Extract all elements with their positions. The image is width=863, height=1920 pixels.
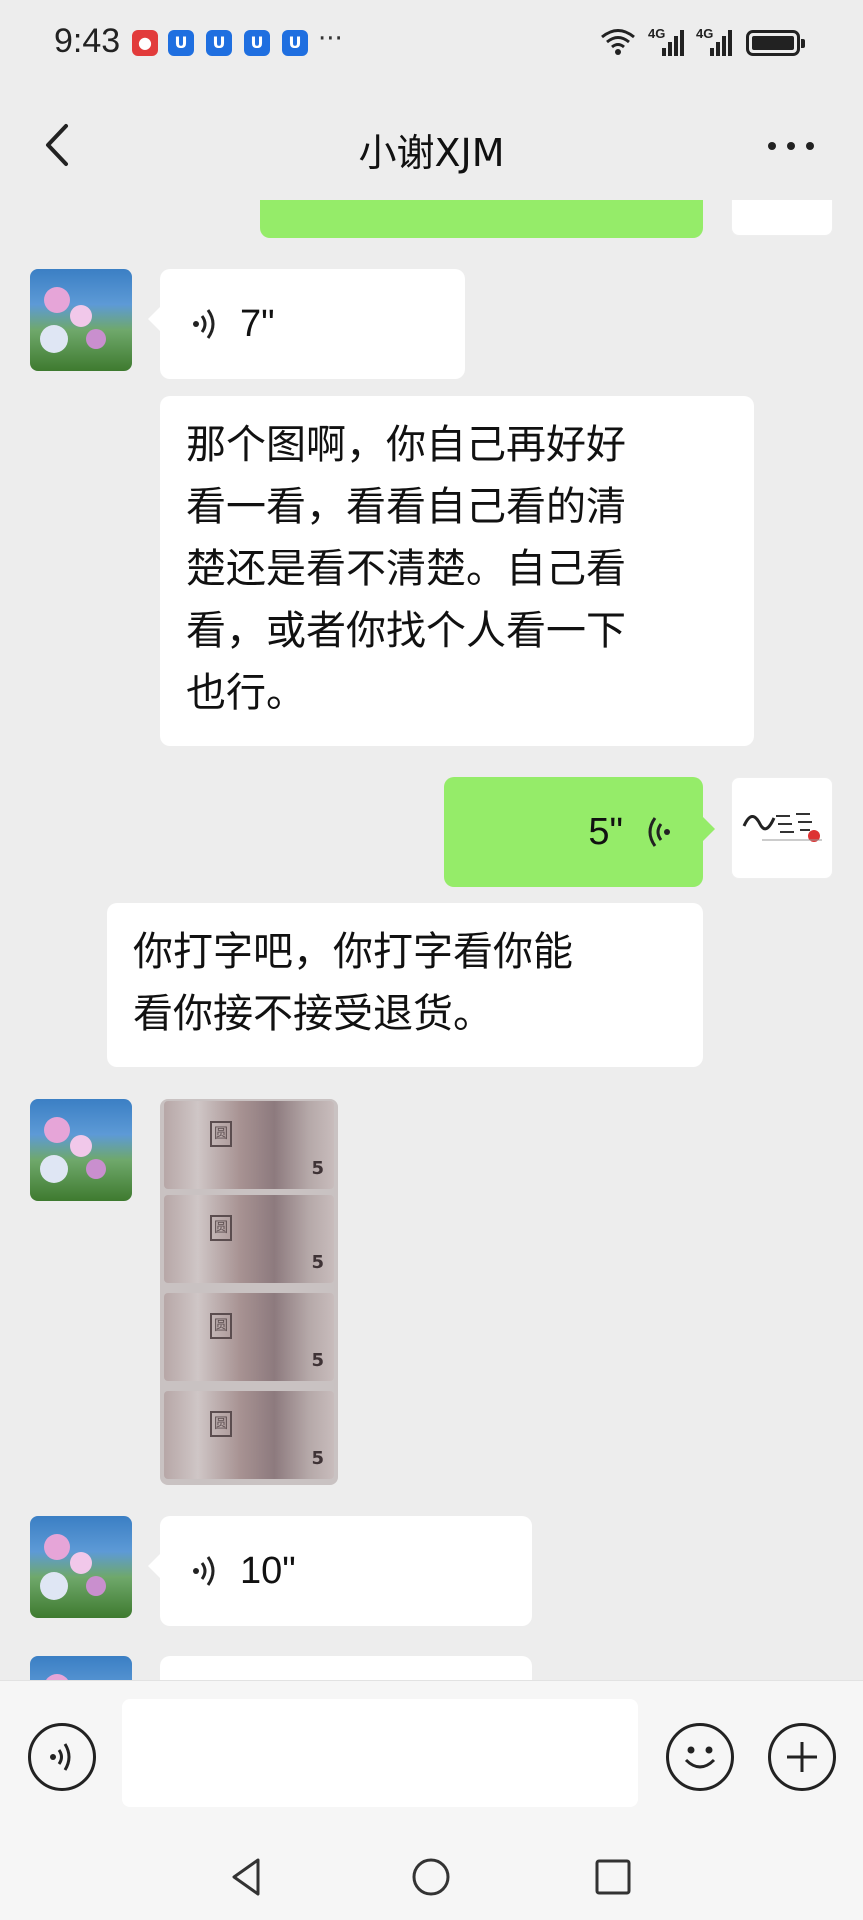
message-line: 看，或者你找个人看一下	[186, 608, 626, 654]
voice-wave-icon	[648, 817, 670, 847]
nav-recents-icon[interactable]	[588, 1852, 638, 1902]
emoji-button[interactable]	[666, 1723, 734, 1791]
contact-avatar[interactable]	[30, 1656, 132, 1680]
chat-header: 小谢XJM	[0, 90, 863, 200]
system-nav-bar	[0, 1836, 863, 1920]
app-notification-icon: U	[282, 30, 308, 56]
status-bar: 9:43 ● U U U U ··· 4G 4G	[0, 0, 863, 90]
app-notification-icon: U	[244, 30, 270, 56]
voice-icon	[50, 1743, 71, 1771]
wifi-icon	[601, 29, 635, 55]
voice-duration: 5"	[588, 811, 623, 853]
message-line: 也行。	[186, 670, 306, 716]
my-avatar[interactable]	[731, 777, 833, 879]
chat-messages[interactable]: 7" 那个图啊，你自己再好好 看一看，看看自己看的清 楚还是看不清楚。自己看 看…	[0, 200, 863, 1680]
text-message[interactable]: 你打字吧，你打字看你能 看你接不接受退货。	[107, 903, 703, 1067]
banknote: 圆5	[164, 1293, 334, 1381]
app-notification-icon: ●	[132, 30, 158, 56]
status-more-icon: ···	[318, 24, 343, 54]
battery-icon	[746, 30, 805, 56]
more-options-icon[interactable]	[766, 140, 816, 152]
nav-home-icon[interactable]	[406, 1852, 456, 1902]
smiley-icon	[684, 1746, 716, 1769]
plus-icon	[787, 1742, 817, 1772]
sent-voice-message[interactable]: 5"	[444, 777, 715, 887]
message-line: 看你接不接受退货。	[133, 991, 493, 1037]
chat-title: 小谢XJM	[358, 131, 505, 175]
partial-received-bubble[interactable]	[160, 1656, 532, 1680]
app-notification-icon: U	[206, 30, 232, 56]
voice-wave-icon	[193, 309, 215, 339]
voice-duration: 10"	[240, 1550, 296, 1592]
voice-input-button[interactable]	[28, 1723, 96, 1791]
message-line: 看一看，看看自己看的清	[186, 484, 626, 530]
app-notification-icon: U	[168, 30, 194, 56]
banknote: 圆5	[164, 1195, 334, 1283]
text-message[interactable]: 那个图啊，你自己再好好 看一看，看看自己看的清 楚还是看不清楚。自己看 看，或者…	[160, 396, 754, 746]
voice-message[interactable]: 7"	[148, 269, 465, 379]
message-line: 那个图啊，你自己再好好	[186, 422, 626, 468]
contact-avatar[interactable]	[30, 1099, 132, 1201]
voice-duration: 7"	[240, 303, 275, 345]
message-line: 你打字吧，你打字看你能	[133, 929, 573, 975]
input-bar	[0, 1680, 863, 1836]
logo-image	[742, 813, 822, 842]
voice-message[interactable]: 10"	[148, 1516, 532, 1626]
partial-sent-bubble[interactable]	[260, 200, 703, 238]
voice-wave-icon	[193, 1556, 215, 1586]
contact-avatar[interactable]	[30, 1516, 132, 1618]
more-functions-button[interactable]	[768, 1723, 836, 1791]
image-message-banknotes[interactable]: 圆5 圆5 圆5 圆5	[160, 1099, 338, 1485]
message-input[interactable]	[122, 1699, 638, 1807]
banknote: 圆5	[164, 1101, 334, 1189]
status-time: 9:43	[54, 22, 121, 60]
my-avatar[interactable]	[731, 200, 833, 236]
banknote: 圆5	[164, 1391, 334, 1479]
nav-back-icon[interactable]	[222, 1852, 272, 1902]
message-line: 楚还是看不清楚。自己看	[186, 546, 626, 592]
contact-avatar[interactable]	[30, 269, 132, 371]
